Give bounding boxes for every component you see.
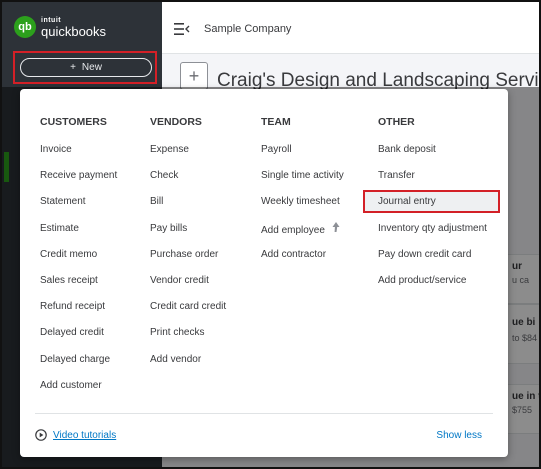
menu-item-transfer[interactable]: Transfer <box>378 168 487 194</box>
video-tutorials-link-group[interactable]: Video tutorials <box>35 429 116 441</box>
menu-item-invoice[interactable]: Invoice <box>40 142 117 168</box>
menu-item-label: Add employee <box>261 224 325 236</box>
menu-item-add-employee[interactable]: Add employee <box>261 221 344 247</box>
add-widget-button[interactable]: + <box>180 62 208 90</box>
menu-item-payroll[interactable]: Payroll <box>261 142 344 168</box>
quickbooks-logo[interactable]: qb intuit quickbooks <box>14 16 106 38</box>
menu-item-single-time-activity[interactable]: Single time activity <box>261 168 344 194</box>
menu-column-vendors: VENDORS Expense Check Bill Pay bills Pur… <box>150 116 226 378</box>
menu-divider <box>35 413 493 414</box>
menu-item-estimate[interactable]: Estimate <box>40 221 117 247</box>
menu-column-other: OTHER Bank deposit Transfer Journal entr… <box>378 116 487 299</box>
menu-item-check[interactable]: Check <box>150 168 226 194</box>
new-menu-panel: CUSTOMERS Invoice Receive payment Statem… <box>20 89 508 457</box>
column-header: TEAM <box>261 116 291 128</box>
logo-text: intuit quickbooks <box>41 17 106 38</box>
menu-item-credit-memo[interactable]: Credit memo <box>40 247 117 273</box>
menu-item-receive-payment[interactable]: Receive payment <box>40 168 117 194</box>
plus-icon: + <box>188 65 200 86</box>
menu-item-statement[interactable]: Statement <box>40 194 117 220</box>
video-tutorials-link[interactable]: Video tutorials <box>53 430 116 441</box>
app-frame: qb intuit quickbooks + New Sample Compan… <box>0 0 541 469</box>
new-button-label: New <box>81 62 102 73</box>
menu-item-journal-entry[interactable]: Journal entry <box>378 194 487 220</box>
menu-item-delayed-credit[interactable]: Delayed credit <box>40 325 117 351</box>
menu-column-team: TEAM Payroll Single time activity Weekly… <box>261 116 344 273</box>
column-header: CUSTOMERS <box>40 116 107 128</box>
menu-item-vendor-credit[interactable]: Vendor credit <box>150 273 226 299</box>
logo-quickbooks: quickbooks <box>41 23 107 39</box>
menu-item-expense[interactable]: Expense <box>150 142 226 168</box>
menu-item-add-contractor[interactable]: Add contractor <box>261 247 344 273</box>
top-bar: Sample Company <box>162 2 539 54</box>
show-less-link[interactable]: Show less <box>436 430 482 441</box>
menu-item-purchase-order[interactable]: Purchase order <box>150 247 226 273</box>
menu-item-delayed-charge[interactable]: Delayed charge <box>40 352 117 378</box>
menu-item-pay-bills[interactable]: Pay bills <box>150 221 226 247</box>
column-header: OTHER <box>378 116 415 128</box>
company-name[interactable]: Sample Company <box>204 23 291 35</box>
menu-item-add-vendor[interactable]: Add vendor <box>150 352 226 378</box>
menu-item-credit-card-credit[interactable]: Credit card credit <box>150 299 226 325</box>
new-button[interactable]: + New <box>20 58 152 77</box>
menu-item-sales-receipt[interactable]: Sales receipt <box>40 273 117 299</box>
column-header: VENDORS <box>150 116 202 128</box>
arrow-up-icon <box>332 221 340 232</box>
menu-column-customers: CUSTOMERS Invoice Receive payment Statem… <box>40 116 117 404</box>
menu-item-weekly-timesheet[interactable]: Weekly timesheet <box>261 194 344 220</box>
menu-item-pay-down-credit-card[interactable]: Pay down credit card <box>378 247 487 273</box>
play-circle-icon <box>35 429 47 441</box>
menu-item-bank-deposit[interactable]: Bank deposit <box>378 142 487 168</box>
menu-item-print-checks[interactable]: Print checks <box>150 325 226 351</box>
menu-item-add-customer[interactable]: Add customer <box>40 378 117 404</box>
menu-item-add-product-service[interactable]: Add product/service <box>378 273 487 299</box>
menu-item-inventory-qty-adjustment[interactable]: Inventory qty adjustment <box>378 221 487 247</box>
menu-item-bill[interactable]: Bill <box>150 194 226 220</box>
plus-icon: + <box>70 62 76 73</box>
qb-badge-icon: qb <box>14 16 36 38</box>
hamburger-menu-icon[interactable] <box>174 23 190 35</box>
menu-item-refund-receipt[interactable]: Refund receipt <box>40 299 117 325</box>
logo-intuit: intuit <box>41 16 62 24</box>
